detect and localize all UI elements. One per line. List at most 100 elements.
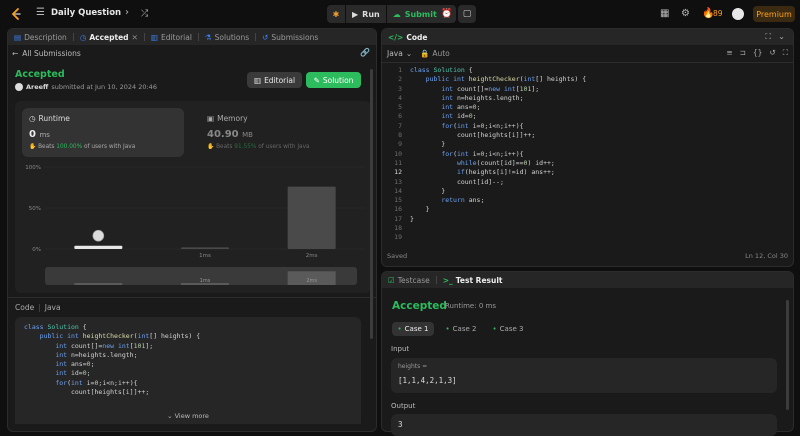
view-more-button[interactable]: ⌄ View more: [15, 412, 361, 420]
code-section-header: Code | Java: [15, 303, 61, 312]
tab-description[interactable]: ▤ Description: [8, 29, 73, 45]
save-status: Saved: [387, 252, 408, 260]
memory-beats: ✋ Beats 91.55% of users with Java: [207, 144, 310, 150]
runtime-beats: ✋ Beats 100.00% of users with Java: [29, 144, 135, 150]
y-tick-label: 50%: [29, 206, 41, 212]
problem-list-icon[interactable]: ☰: [36, 7, 45, 19]
avatar[interactable]: [732, 8, 744, 20]
tab-test-result[interactable]: >_ Test Result: [437, 272, 509, 288]
link-icon[interactable]: 🔗: [360, 48, 370, 57]
scrollbar[interactable]: [370, 69, 373, 339]
test-tab-bar: ☑ Testcase >_ Test Result: [382, 272, 793, 288]
tab-description-label: Description: [24, 32, 67, 42]
view-more-label: View more: [174, 412, 209, 420]
language-select[interactable]: Java ⌄: [387, 49, 412, 58]
code-header-label: Code: [15, 303, 35, 312]
memory-header[interactable]: ▣ Memory: [207, 114, 248, 123]
maximize-icon[interactable]: ⛶: [765, 32, 771, 42]
run-button[interactable]: ▶ Run: [346, 5, 386, 23]
premium-button[interactable]: Premium: [753, 6, 795, 22]
braces-icon[interactable]: {}: [753, 48, 763, 58]
submit-label: Submit: [404, 9, 437, 19]
code-editor-panel: </> Code ⛶ ⌄ Java ⌄ 🔒 Auto ≡ ⊐ {} ↺ ⛶ 1 2 3…: [381, 28, 794, 267]
test-status: Accepted: [392, 300, 447, 312]
chevron-down-icon[interactable]: ⌄: [778, 32, 785, 41]
tab-submissions[interactable]: ↺ Submissions: [256, 29, 324, 45]
scrollbar[interactable]: [786, 300, 789, 410]
cloud-upload-icon: ☁: [392, 9, 401, 19]
runtime-unit: ms: [39, 131, 50, 139]
submitted-code-block: class Solution { public int heightChecke…: [15, 317, 361, 424]
tab-solutions-label: Solutions: [214, 32, 250, 42]
beats-prefix: Beats: [38, 144, 55, 150]
document-icon: ▤: [14, 32, 22, 42]
lock-icon: 🔒: [420, 49, 430, 58]
memory-number: 40.90: [207, 129, 239, 140]
leetcode-logo-icon[interactable]: [9, 7, 23, 21]
submit-button[interactable]: ☁ Submit: [386, 5, 443, 23]
shuffle-icon[interactable]: ⤮: [141, 8, 148, 20]
author-avatar[interactable]: [15, 83, 23, 91]
auto-mode[interactable]: 🔒 Auto: [420, 49, 450, 58]
author-name[interactable]: Areeff: [26, 83, 48, 91]
bookmark-icon[interactable]: ⊐: [740, 48, 746, 58]
code-lang-label: Java: [44, 303, 61, 312]
input-box: heights = [1,1,4,2,1,3]: [391, 358, 777, 393]
tab-test-result-label: Test Result: [455, 275, 503, 285]
beats-suffix: of users with Java: [83, 144, 136, 150]
debug-button[interactable]: ✱: [327, 5, 345, 23]
book-icon: ▥: [150, 32, 158, 42]
test-runtime: Runtime: 0 ms: [445, 302, 496, 310]
case-label: Case 1: [404, 325, 429, 333]
streak-count[interactable]: 89: [713, 9, 723, 18]
memory-label: Memory: [217, 114, 248, 123]
solution-button[interactable]: ✎ Solution: [306, 72, 361, 88]
tab-submissions-label: Submissions: [271, 32, 319, 42]
submission-meta: Areeff submitted at Jun 10, 2024 20:46: [15, 83, 157, 91]
tab-editorial[interactable]: ▥ Editorial: [145, 29, 198, 45]
input-var-name: heights =: [398, 363, 428, 370]
format-icon[interactable]: ≡: [726, 48, 732, 58]
submission-status: Accepted: [15, 69, 65, 80]
play-icon: ▶: [352, 9, 359, 19]
x-tick-label: 2ms: [306, 253, 318, 259]
tab-code[interactable]: </> Code: [382, 29, 433, 45]
stats-card: ◷ Runtime 0 ms ✋ Beats 100.00% of users w…: [15, 101, 371, 293]
dot-icon: •: [492, 325, 497, 333]
beats-pct: 91.55%: [234, 144, 257, 150]
beats-pct: 100.00%: [56, 144, 83, 150]
clock-icon: ◷: [79, 32, 87, 42]
chart-bar: [287, 186, 336, 249]
memory-chip-icon: ▣: [207, 114, 215, 123]
runtime-card[interactable]: ◷ Runtime 0 ms ✋ Beats 100.00% of users w…: [22, 108, 184, 157]
chevron-left-icon[interactable]: ‹: [109, 7, 113, 19]
chevron-down-icon: ⌄: [405, 49, 413, 58]
chevron-down-icon: ⌄: [167, 412, 173, 420]
back-to-submissions[interactable]: ← All Submissions: [12, 49, 81, 58]
run-label: Run: [362, 9, 380, 19]
tab-solutions[interactable]: ⚗ Solutions: [199, 29, 255, 45]
terminal-icon: >_: [442, 275, 453, 285]
gear-icon[interactable]: ⚙: [681, 8, 690, 20]
case-tab-3[interactable]: • Case 3: [487, 322, 529, 336]
fullscreen-icon[interactable]: ⛶: [783, 48, 788, 58]
close-icon[interactable]: ✕: [132, 33, 138, 42]
layout-icon[interactable]: ▦: [660, 8, 669, 20]
reset-icon[interactable]: ↺: [769, 48, 775, 58]
memory-value: 40.90 MB: [207, 129, 253, 140]
tab-testcase[interactable]: ☑ Testcase: [382, 272, 436, 288]
arrow-left-icon: ←: [12, 49, 19, 58]
timer-button[interactable]: ⏰: [438, 5, 456, 23]
runtime-value: 0 ms: [29, 129, 50, 140]
line-numbers: 1 2 3 4 5 6 7 8 9 10 11 12 13 14 15 16 1…: [394, 66, 402, 242]
case-tab-2[interactable]: • Case 2: [440, 322, 482, 336]
editorial-button[interactable]: ▥ Editorial: [247, 72, 302, 88]
notes-button[interactable]: ▢: [458, 5, 476, 23]
alarm-icon: ⏰: [441, 9, 453, 19]
code-editor[interactable]: class Solution { public int heightChecke…: [410, 66, 586, 233]
chevron-right-icon[interactable]: ›: [125, 7, 129, 19]
case-tab-1[interactable]: • Case 1: [392, 322, 434, 336]
tab-accepted[interactable]: ◷ Accepted ✕: [74, 29, 144, 45]
output-label: Output: [391, 402, 416, 410]
output-box: 3: [391, 414, 777, 436]
